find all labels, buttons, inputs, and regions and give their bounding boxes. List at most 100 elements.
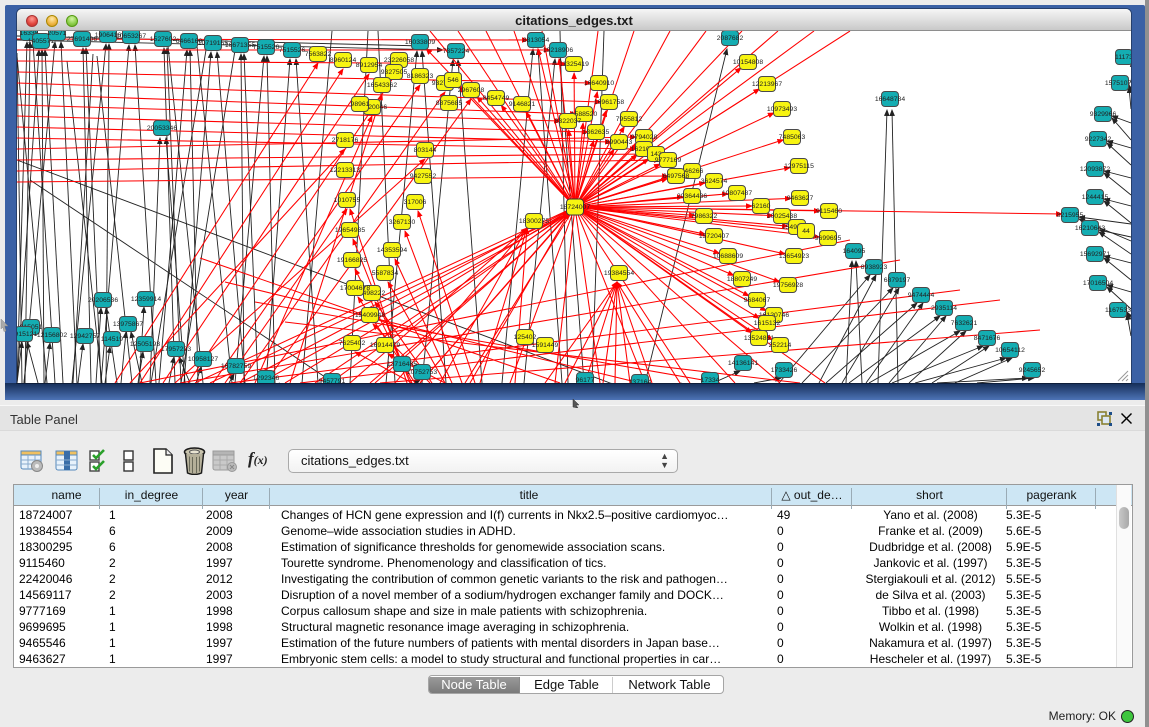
svg-text:23226058: 23226058 bbox=[384, 57, 414, 64]
svg-text:10154808: 10154808 bbox=[733, 59, 763, 66]
svg-text:12505193: 12505193 bbox=[130, 341, 160, 348]
svg-text:14136141: 14136141 bbox=[728, 360, 758, 367]
svg-text:18724007: 18724007 bbox=[560, 204, 590, 211]
svg-text:5587834: 5587834 bbox=[372, 270, 399, 277]
svg-text:16648784: 16648784 bbox=[875, 96, 905, 103]
svg-text:1167533: 1167533 bbox=[1105, 307, 1131, 314]
svg-text:15692971: 15692971 bbox=[1080, 251, 1110, 258]
svg-text:62160: 62160 bbox=[752, 203, 771, 210]
svg-text:1615132: 1615132 bbox=[754, 320, 781, 327]
svg-text:19218906: 19218906 bbox=[543, 47, 573, 54]
svg-text:8990443: 8990443 bbox=[606, 139, 633, 146]
svg-text:7357224: 7357224 bbox=[443, 48, 470, 55]
svg-text:3915121: 3915121 bbox=[17, 331, 37, 338]
svg-text:546: 546 bbox=[447, 77, 459, 84]
svg-text:12942757: 12942757 bbox=[70, 333, 100, 340]
svg-text:7625402: 7625402 bbox=[339, 340, 366, 347]
svg-text:15409948: 15409948 bbox=[355, 312, 385, 319]
svg-text:317006: 317006 bbox=[404, 199, 427, 206]
svg-text:7632621: 7632621 bbox=[951, 320, 978, 327]
svg-text:8454749: 8454749 bbox=[483, 95, 510, 102]
svg-text:10719155: 10719155 bbox=[198, 40, 228, 47]
svg-text:1362635: 1362635 bbox=[583, 129, 610, 136]
svg-text:6497568: 6497568 bbox=[663, 173, 690, 180]
svg-text:19756928: 19756928 bbox=[773, 282, 803, 289]
svg-text:8875685: 8875685 bbox=[436, 100, 463, 107]
svg-text:10807487: 10807487 bbox=[722, 190, 752, 197]
svg-text:1591449: 1591449 bbox=[532, 342, 559, 349]
svg-text:13654923: 13654923 bbox=[779, 253, 809, 260]
svg-text:137164: 137164 bbox=[629, 379, 652, 383]
svg-text:9457791: 9457791 bbox=[319, 378, 346, 383]
svg-text:1010755: 1010755 bbox=[334, 197, 361, 204]
svg-text:8960124: 8960124 bbox=[330, 57, 357, 64]
svg-text:1733426: 1733426 bbox=[771, 367, 798, 374]
svg-text:13975867: 13975867 bbox=[113, 321, 143, 328]
svg-text:10025438: 10025438 bbox=[767, 213, 797, 220]
svg-text:20053346: 20053346 bbox=[147, 125, 177, 132]
svg-text:8471676: 8471676 bbox=[974, 335, 1001, 342]
svg-text:15751074: 15751074 bbox=[1105, 80, 1131, 87]
svg-text:9777169: 9777169 bbox=[655, 157, 682, 164]
svg-text:12975115: 12975115 bbox=[784, 163, 814, 170]
svg-text:10752753: 10752753 bbox=[407, 369, 437, 376]
svg-text:15720407: 15720407 bbox=[699, 233, 729, 240]
svg-text:125402: 125402 bbox=[514, 334, 537, 341]
svg-text:17334: 17334 bbox=[701, 377, 720, 383]
svg-text:9463627: 9463627 bbox=[787, 195, 814, 202]
svg-text:9327505: 9327505 bbox=[381, 69, 408, 76]
svg-text:12213313: 12213313 bbox=[330, 167, 360, 174]
svg-text:16961758: 16961758 bbox=[594, 99, 624, 106]
svg-text:8813054: 8813054 bbox=[523, 37, 550, 44]
svg-text:164095: 164095 bbox=[843, 248, 866, 255]
svg-text:12156802: 12156802 bbox=[37, 332, 67, 339]
svg-text:9146821: 9146821 bbox=[509, 101, 536, 108]
svg-text:114519: 114519 bbox=[101, 336, 123, 343]
svg-text:27691406: 27691406 bbox=[67, 36, 97, 43]
svg-text:9684067: 9684067 bbox=[744, 297, 771, 304]
svg-text:2967608: 2967608 bbox=[458, 87, 485, 94]
svg-text:7515526: 7515526 bbox=[253, 44, 280, 51]
svg-text:18300275: 18300275 bbox=[519, 218, 549, 225]
svg-text:9245652: 9245652 bbox=[1019, 367, 1046, 374]
svg-text:1527602: 1527602 bbox=[150, 36, 177, 43]
svg-text:7485063: 7485063 bbox=[779, 134, 806, 141]
svg-text:16782759: 16782759 bbox=[221, 363, 251, 370]
svg-text:8912954: 8912954 bbox=[356, 62, 383, 69]
svg-text:9329966: 9329966 bbox=[1090, 111, 1117, 118]
svg-text:20571: 20571 bbox=[48, 31, 67, 37]
svg-text:13716485: 13716485 bbox=[387, 361, 417, 368]
svg-text:16210643: 16210643 bbox=[1075, 225, 1105, 232]
svg-text:8938923: 8938923 bbox=[861, 264, 888, 271]
svg-text:1244415: 1244415 bbox=[1082, 194, 1109, 201]
svg-text:9227342: 9227342 bbox=[1085, 136, 1112, 143]
svg-text:12093872: 12093872 bbox=[1080, 166, 1110, 173]
svg-text:19384554: 19384554 bbox=[604, 270, 634, 277]
svg-text:17004678: 17004678 bbox=[340, 285, 370, 292]
svg-text:803144: 803144 bbox=[414, 147, 437, 154]
svg-text:8215955: 8215955 bbox=[1057, 212, 1084, 219]
svg-text:7515526: 7515526 bbox=[279, 47, 306, 54]
svg-text:12359914: 12359914 bbox=[131, 296, 161, 303]
svg-text:1292346: 1292346 bbox=[253, 375, 280, 382]
svg-text:9115460: 9115460 bbox=[816, 208, 842, 215]
svg-text:44: 44 bbox=[802, 228, 810, 235]
svg-text:9474444: 9474444 bbox=[908, 292, 935, 299]
svg-text:11325419: 11325419 bbox=[559, 61, 589, 68]
svg-text:19166825: 19166825 bbox=[337, 257, 367, 264]
svg-text:252214: 252214 bbox=[769, 342, 792, 349]
svg-text:2935114: 2935114 bbox=[931, 305, 957, 312]
svg-text:2718176: 2718176 bbox=[332, 137, 359, 144]
svg-text:2087682: 2087682 bbox=[717, 35, 744, 42]
svg-text:8322037: 8322037 bbox=[555, 118, 582, 125]
svg-text:6879197: 6879197 bbox=[884, 277, 911, 284]
svg-text:12213967: 12213967 bbox=[752, 81, 782, 88]
svg-text:19654985: 19654985 bbox=[335, 227, 365, 234]
svg-text:3624574: 3624574 bbox=[701, 178, 728, 185]
svg-text:10958127: 10958127 bbox=[188, 356, 218, 363]
svg-text:14353594: 14353594 bbox=[377, 247, 407, 254]
svg-text:7955812: 7955812 bbox=[616, 116, 643, 123]
svg-text:10653267: 10653267 bbox=[116, 33, 146, 40]
svg-text:16914479: 16914479 bbox=[370, 342, 400, 349]
svg-text:9427552: 9427552 bbox=[410, 173, 437, 180]
